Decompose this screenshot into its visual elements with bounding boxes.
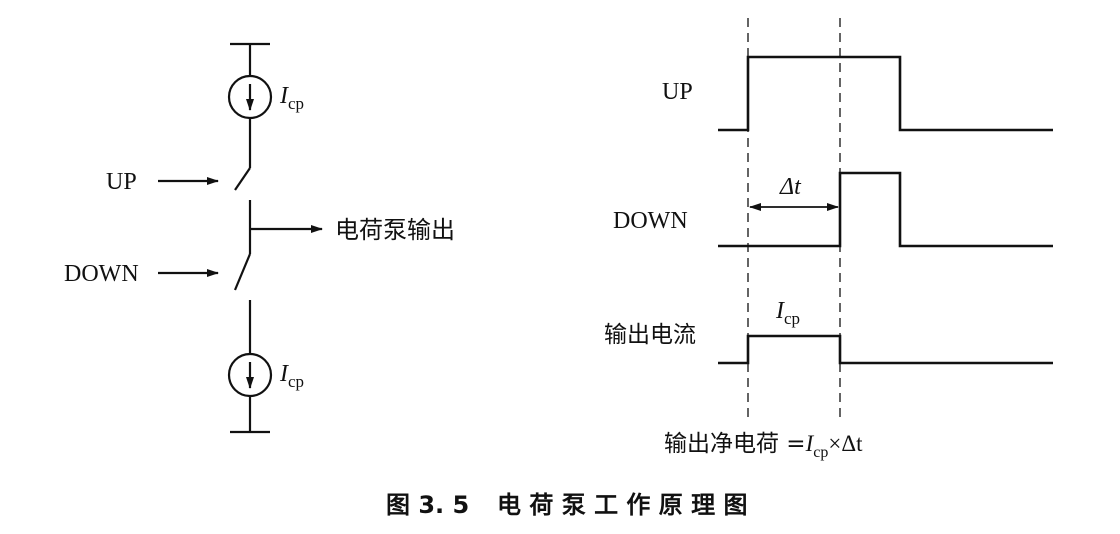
source-top-label: Icp (279, 83, 304, 113)
charge-pump-output-label: 电荷泵输出 (335, 216, 455, 244)
net-charge-formula: 输出净电荷 =Icp×Δt (664, 431, 863, 461)
source-bottom-subscript: cp (288, 372, 304, 391)
icp-pulse-label: Icp (775, 298, 800, 328)
icp-pulse-subscript: cp (784, 309, 800, 328)
output-current-waveform (718, 334, 1053, 365)
source-bottom-label: Icp (279, 361, 304, 391)
timing-down-label: DOWN (613, 208, 688, 234)
formula-times-delta-t: ×Δt (828, 431, 863, 456)
timing-diagram (718, 18, 1053, 418)
current-source-bottom (227, 352, 273, 398)
circuit-down-label: DOWN (64, 261, 139, 287)
up-waveform (718, 55, 1053, 132)
up-switch (234, 167, 251, 191)
down-switch (233, 253, 252, 291)
figure-title: 电 荷 泵 工 作 原 理 图 (497, 491, 748, 519)
charge-pump-figure: Icp Icp UP DOWN 电荷泵输出 UP DOWN 输出电流 Δt Ic… (64, 18, 1053, 519)
source-top-subscript: cp (288, 94, 304, 113)
figure-number: 图 3. 5 (386, 491, 469, 519)
delta-t-label: Δt (779, 174, 802, 200)
timing-output-label: 输出电流 (604, 322, 696, 348)
circuit-up-label: UP (106, 169, 137, 195)
formula-subscript: cp (813, 444, 828, 461)
timing-up-label: UP (662, 79, 693, 105)
current-source-top (227, 74, 273, 120)
down-waveform (718, 171, 1053, 248)
